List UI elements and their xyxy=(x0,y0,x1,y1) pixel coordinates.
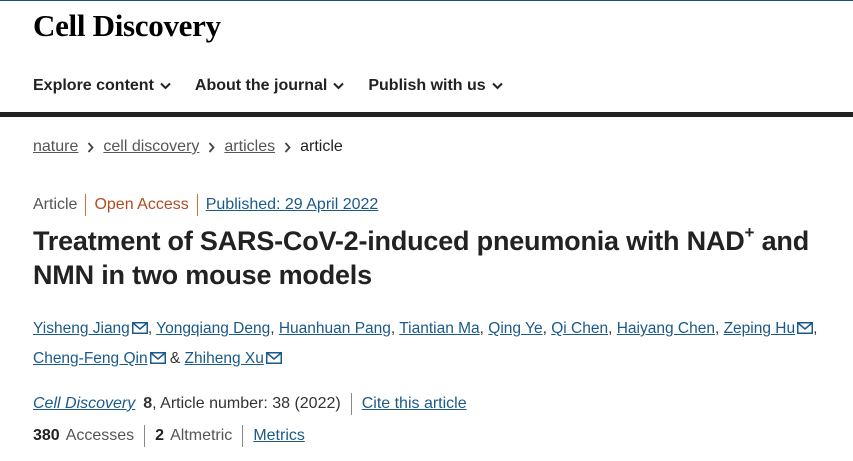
mail-icon[interactable] xyxy=(149,352,166,364)
article-title: Treatment of SARS-CoV-2-induced pneumoni… xyxy=(33,224,813,292)
nav-label: About the journal xyxy=(194,77,328,94)
author-link[interactable]: Yongqiang Deng xyxy=(156,320,270,337)
article-type: Article xyxy=(33,196,78,213)
author-1: Yongqiang Deng, xyxy=(156,320,279,337)
published-date-link[interactable]: Published: 29 April 2022 xyxy=(206,196,379,214)
author-6: Haiyang Chen, xyxy=(617,320,724,337)
top-accent-line xyxy=(0,0,853,1)
mail-icon[interactable] xyxy=(797,322,814,334)
title-superscript: + xyxy=(744,223,755,242)
meta-divider xyxy=(196,194,198,216)
breadcrumb-cell-discovery[interactable]: cell discovery xyxy=(103,138,199,156)
author-8: Cheng-Feng Qin & xyxy=(33,350,185,367)
accesses-label: Accesses xyxy=(65,427,135,444)
nav-label: Publish with us xyxy=(368,77,486,94)
breadcrumb-articles[interactable]: articles xyxy=(224,138,275,156)
volume-number: 8 xyxy=(143,395,153,412)
author-2: Huanhuan Pang, xyxy=(279,320,399,337)
author-separator: , xyxy=(390,320,400,337)
author-3: Tiantian Ma, xyxy=(399,320,488,337)
breadcrumb: nature cell discovery articles article xyxy=(33,138,343,156)
metrics-link[interactable]: Metrics xyxy=(253,427,305,445)
chevron-right-icon xyxy=(87,141,95,153)
citation-line: Cell Discovery 8 , Article number: 38 (2… xyxy=(33,393,467,415)
author-0: Yisheng Jiang, xyxy=(33,320,156,337)
main-nav: Explore content About the journal Publis… xyxy=(33,75,527,97)
journal-link[interactable]: Cell Discovery xyxy=(33,395,135,413)
metrics-bar: 380 Accesses 2 Altmetric Metrics xyxy=(33,425,305,447)
title-text: Treatment of SARS-CoV-2-induced pneumoni… xyxy=(33,226,745,256)
author-separator: , xyxy=(479,320,489,337)
author-link[interactable]: Tiantian Ma xyxy=(399,320,479,337)
breadcrumb-nature[interactable]: nature xyxy=(33,138,78,156)
chevron-right-icon xyxy=(284,141,291,153)
chevron-down-icon xyxy=(491,82,503,90)
author-4: Qing Ye, xyxy=(488,320,551,337)
open-access-label: Open Access xyxy=(94,196,189,213)
altmetric-label: Altmetric xyxy=(170,427,233,444)
author-link[interactable]: Huanhuan Pang xyxy=(279,320,391,337)
meta-divider xyxy=(85,194,87,216)
author-separator: , xyxy=(542,320,552,337)
author-link[interactable]: Cheng-Feng Qin xyxy=(33,350,148,367)
article-number: , Article number: 38 (2022) xyxy=(152,395,341,412)
author-separator: , xyxy=(714,320,724,337)
nav-about-journal[interactable]: About the journal xyxy=(194,75,345,97)
mail-icon[interactable] xyxy=(265,352,282,364)
nav-publish-with-us[interactable]: Publish with us xyxy=(368,75,503,97)
cite-this-article-link[interactable]: Cite this article xyxy=(362,395,467,413)
mail-icon[interactable] xyxy=(131,322,148,334)
chevron-down-icon xyxy=(333,82,345,90)
metrics-divider xyxy=(144,425,146,447)
author-separator: , xyxy=(270,320,279,337)
author-link[interactable]: Zeping Hu xyxy=(724,320,796,337)
nav-label: Explore content xyxy=(33,77,154,94)
accesses-count: 380 xyxy=(33,427,60,444)
author-link[interactable]: Zhiheng Xu xyxy=(185,350,264,367)
author-9: Zhiheng Xu xyxy=(185,350,282,367)
author-link[interactable]: Qi Chen xyxy=(551,320,608,337)
breadcrumb-current: article xyxy=(300,138,343,155)
article-meta: Article Open Access Published: 29 April … xyxy=(33,194,378,216)
author-separator: & xyxy=(165,350,185,367)
nav-explore-content[interactable]: Explore content xyxy=(33,75,171,97)
author-5: Qi Chen, xyxy=(551,320,617,337)
citation-divider xyxy=(350,393,352,415)
altmetric-count: 2 xyxy=(155,427,165,444)
author-separator: , xyxy=(147,320,157,337)
author-list: Yisheng Jiang, Yongqiang Deng, Huanhuan … xyxy=(33,314,833,374)
chevron-down-icon xyxy=(160,82,171,90)
journal-logo[interactable]: Cell Discovery xyxy=(33,8,221,44)
author-separator: , xyxy=(813,320,818,337)
chevron-right-icon xyxy=(208,141,216,153)
nav-divider xyxy=(0,112,853,117)
author-link[interactable]: Yisheng Jiang xyxy=(33,320,130,337)
metrics-divider xyxy=(242,425,244,447)
author-link[interactable]: Qing Ye xyxy=(488,320,542,337)
author-link[interactable]: Haiyang Chen xyxy=(617,320,715,337)
author-7: Zeping Hu, xyxy=(724,320,818,337)
author-separator: , xyxy=(608,320,617,337)
